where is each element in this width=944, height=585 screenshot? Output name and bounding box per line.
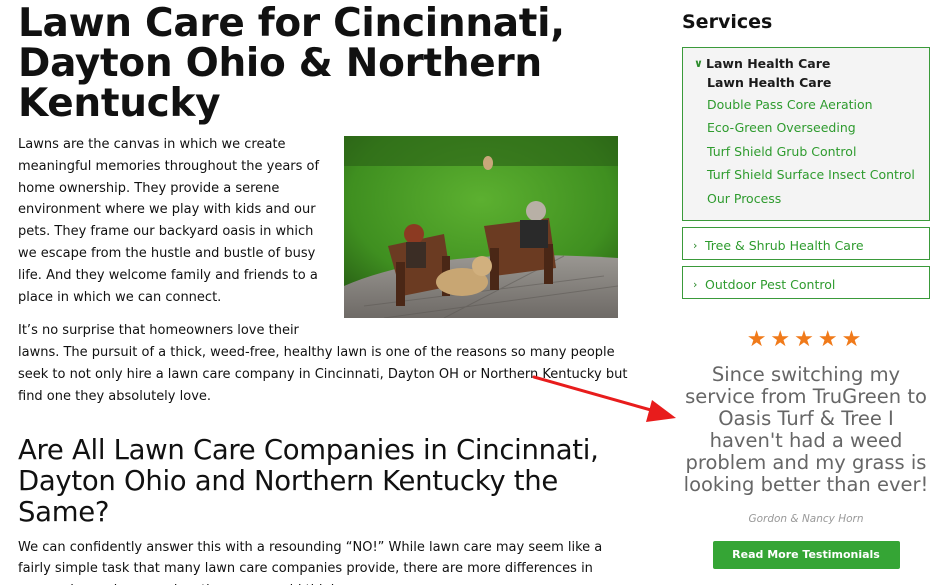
page-title: Lawn Care for Cincinnati, Dayton Ohio & … <box>18 1 565 126</box>
services-title: Services <box>682 11 773 33</box>
tree-shrub-toggle[interactable]: › Tree & Shrub Health Care <box>693 236 919 254</box>
testimonial: ★★★★★ Since switching my service from Tr… <box>682 327 930 570</box>
submenu-item-grub-control[interactable]: Turf Shield Grub Control <box>707 140 919 163</box>
submenu-item-surface-insect-control[interactable]: Turf Shield Surface Insect Control <box>707 163 919 186</box>
lawn-health-submenu: Lawn Health Care Double Pass Core Aerati… <box>694 73 919 210</box>
services-group-tree-shrub[interactable]: › Tree & Shrub Health Care <box>682 227 930 261</box>
services-group-lawn-health: ∨ Lawn Health Care Lawn Health Care Doub… <box>682 47 930 222</box>
lawn-couple-dogs-image <box>344 136 618 318</box>
section-heading: Are All Lawn Care Companies in Cincinnat… <box>18 433 599 528</box>
services-group-pest-control[interactable]: › Outdoor Pest Control <box>682 266 930 300</box>
submenu-item-lawn-health-care[interactable]: Lawn Health Care <box>707 73 919 93</box>
sidebar: Services ∨ Lawn Health Care Lawn Health … <box>682 0 930 570</box>
testimonial-author: Gordon & Nancy Horn <box>748 513 864 526</box>
testimonial-quote: Since switching my service from TruGreen… <box>683 363 929 497</box>
section-paragraph: We can confidently answer this with a re… <box>18 539 603 585</box>
intro-section: Lawns are the canvas in which we create … <box>18 134 628 408</box>
submenu-item-our-process[interactable]: Our Process <box>707 187 919 210</box>
submenu-item-overseeding[interactable]: Eco-Green Overseeding <box>707 116 919 139</box>
group-label: Outdoor Pest Control <box>705 276 836 292</box>
pest-control-toggle[interactable]: › Outdoor Pest Control <box>693 275 919 293</box>
star-rating-icon: ★★★★★ <box>746 327 866 353</box>
chevron-down-icon: ∨ <box>694 56 703 70</box>
read-more-testimonials-button[interactable]: Read More Testimonials <box>712 541 900 570</box>
main-content: Lawn Care for Cincinnati, Dayton Ohio & … <box>18 4 628 585</box>
submenu-item-core-aeration[interactable]: Double Pass Core Aeration <box>707 93 919 116</box>
red-arrow-icon <box>532 375 676 422</box>
lawn-health-toggle[interactable]: ∨ Lawn Health Care <box>694 54 919 72</box>
hero-photo <box>344 136 618 318</box>
group-label: Tree & Shrub Health Care <box>705 237 864 253</box>
chevron-right-icon: › <box>693 238 698 252</box>
group-label: Lawn Health Care <box>706 55 831 71</box>
chevron-right-icon: › <box>693 277 698 291</box>
